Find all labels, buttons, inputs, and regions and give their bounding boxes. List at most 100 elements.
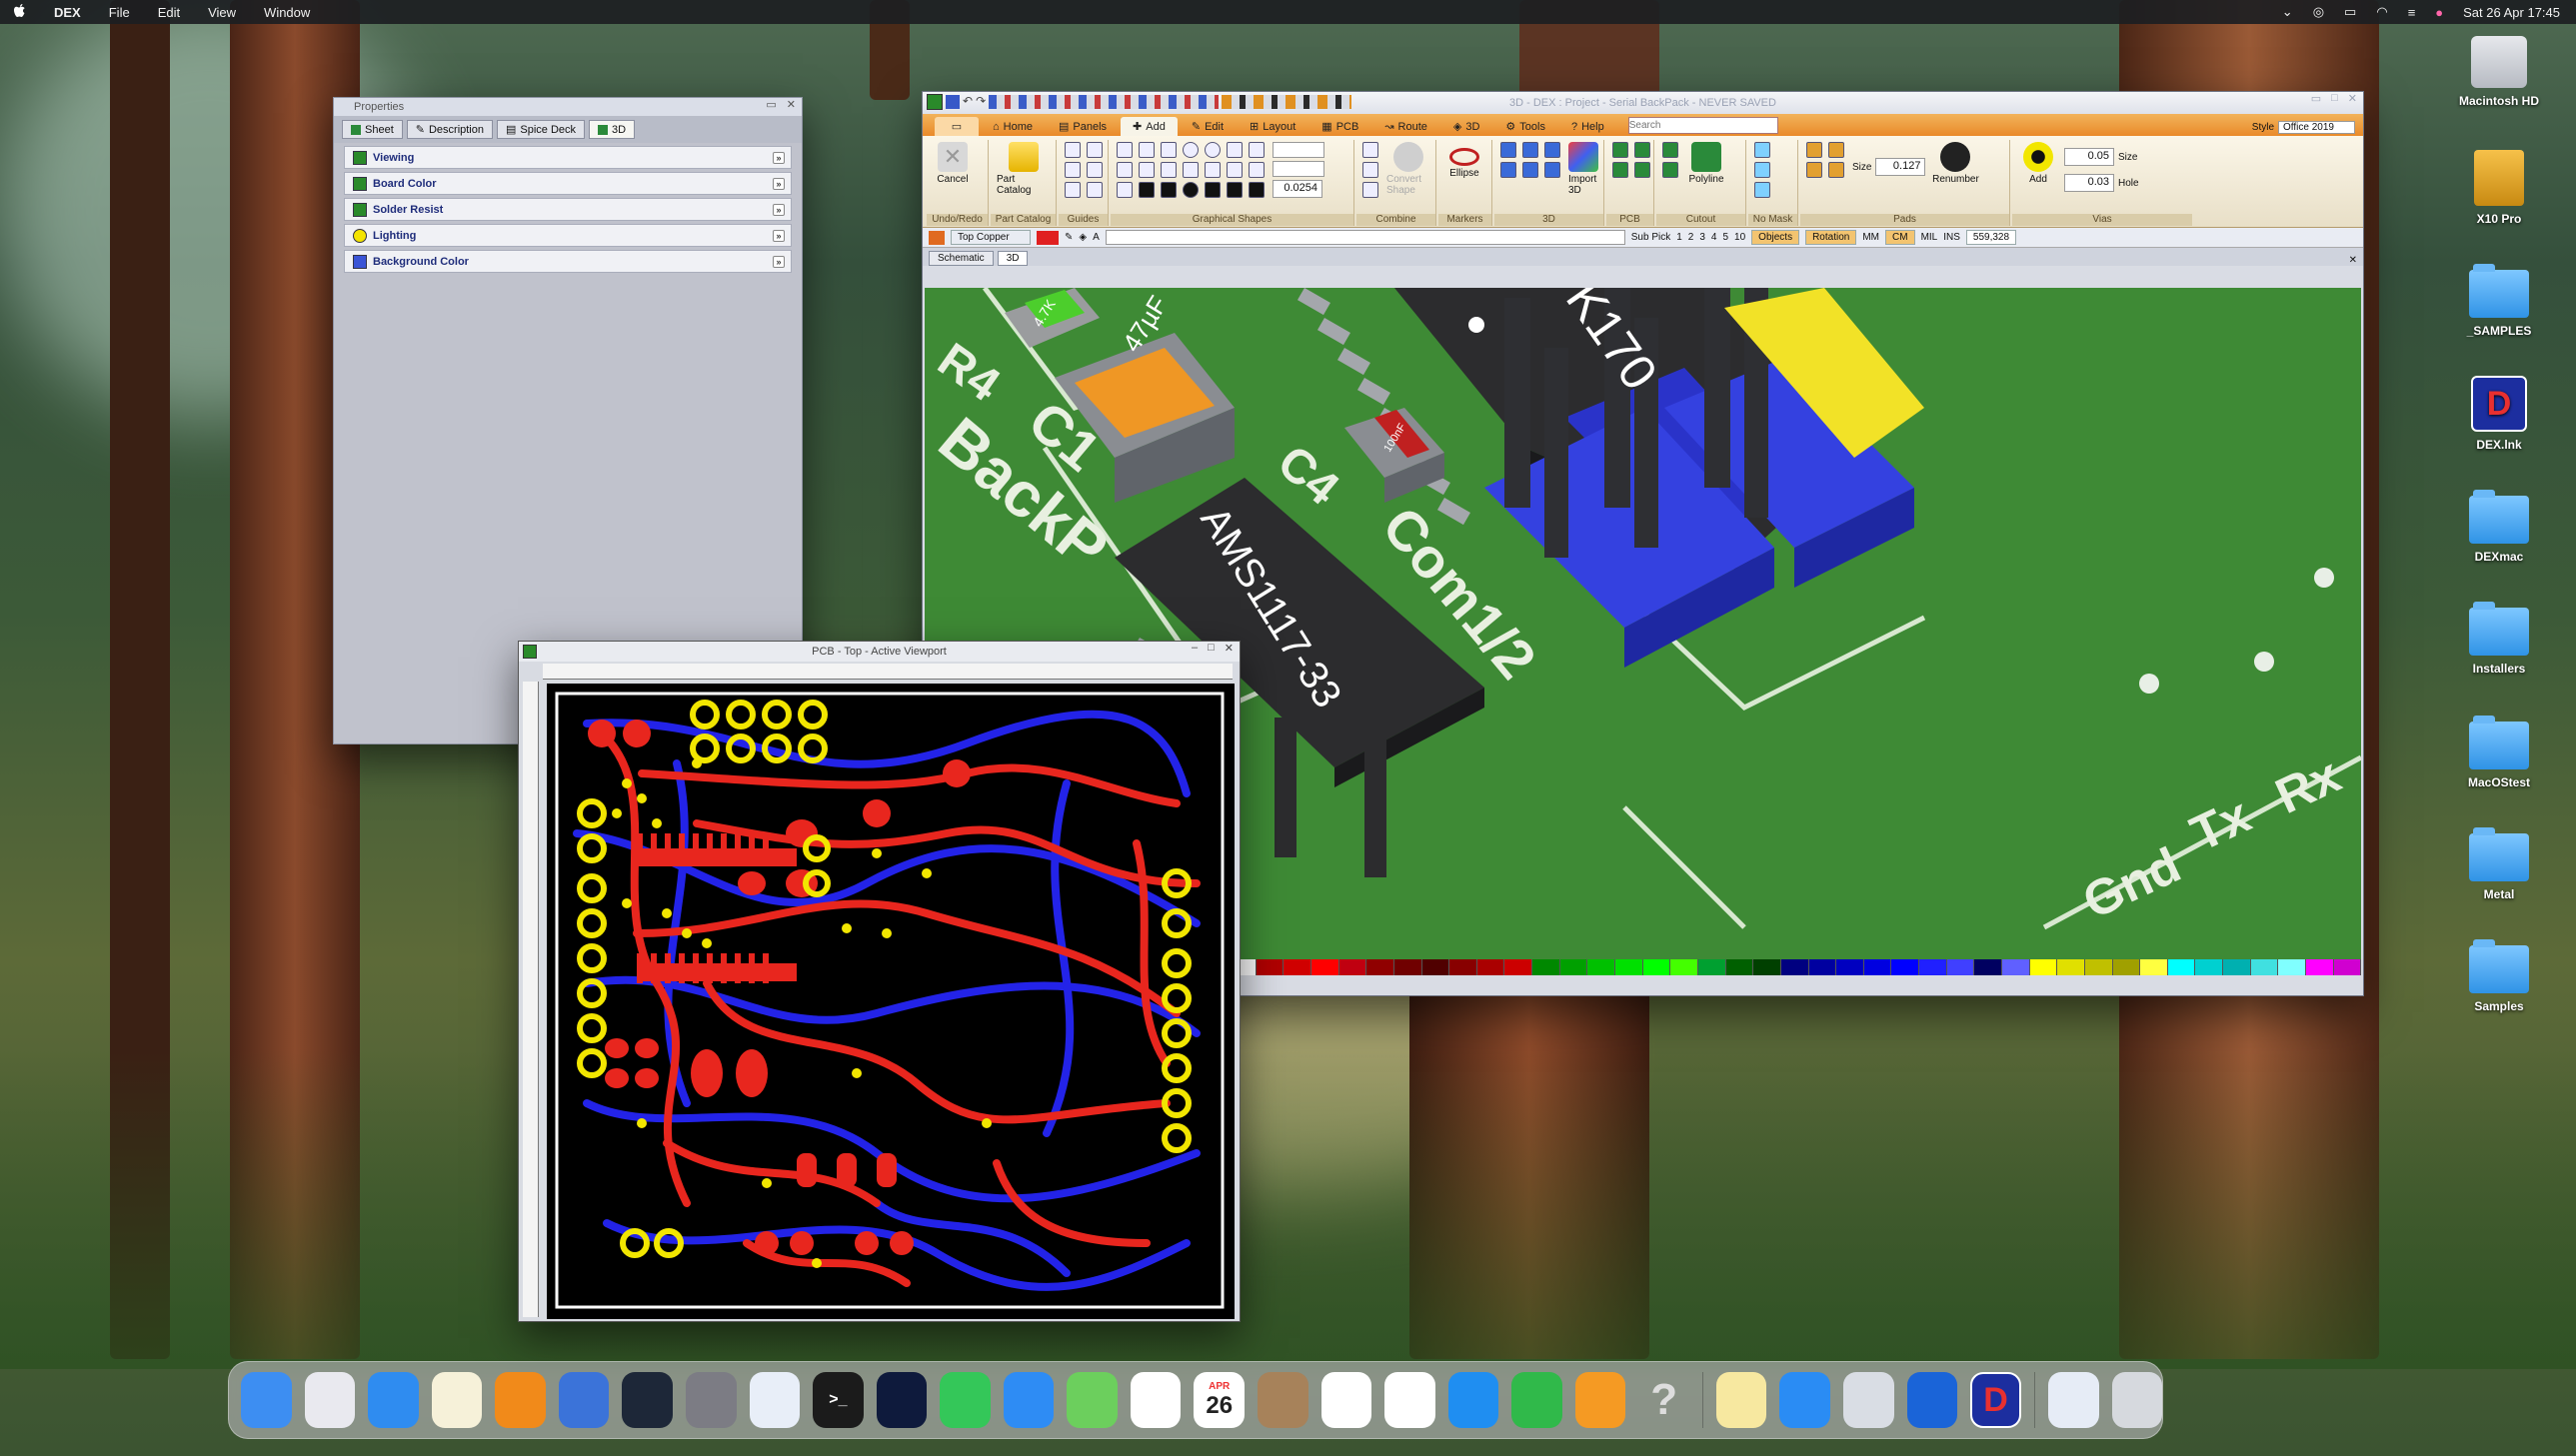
convert-shape-button[interactable]: Convert Shape	[1386, 142, 1429, 196]
main-titlebar[interactable]: ↶ ↷ 3D - DEX : Project - Serial BackPack…	[923, 92, 2363, 114]
square-icon[interactable]	[1161, 142, 1177, 158]
control-center-icon[interactable]: ≡	[2408, 5, 2416, 20]
style-dropdown[interactable]: Office 2019	[2278, 121, 2355, 134]
notes-icon[interactable]	[431, 1372, 483, 1428]
expand-icon[interactable]: »	[773, 151, 785, 164]
minimize-button[interactable]: ▭	[2311, 92, 2321, 105]
palette-swatch[interactable]	[1256, 959, 1285, 975]
tab-3d[interactable]: ◈ 3D	[1441, 117, 1492, 136]
circle-outline-icon[interactable]	[1205, 142, 1221, 158]
tab-app-menu[interactable]: ▭	[935, 117, 979, 136]
line-width-dropdown[interactable]	[1273, 161, 1324, 177]
help-icon[interactable]: ?	[1638, 1372, 1689, 1428]
palette-swatch[interactable]	[1919, 959, 1947, 975]
filled-shape-icon[interactable]	[1249, 182, 1265, 198]
insert-mode[interactable]: INS	[1943, 232, 1960, 243]
screen-mirroring-icon[interactable]: ▭	[2344, 4, 2356, 20]
import-3d-button[interactable]: Import 3D	[1568, 142, 1598, 196]
palette-swatch[interactable]	[1974, 959, 2002, 975]
layer-4[interactable]: 4	[1711, 232, 1717, 243]
desktop-item-macintosh-hd[interactable]: Macintosh HD	[2444, 36, 2554, 108]
palette-swatch[interactable]	[2223, 959, 2251, 975]
pad-size-field[interactable]: 0.127	[1875, 158, 1926, 176]
qat-redo-icon[interactable]: ↷	[976, 94, 986, 110]
palette-swatch[interactable]	[2084, 959, 2113, 975]
desktop-item-metal[interactable]: Metal	[2444, 827, 2554, 901]
arc-icon[interactable]	[1227, 162, 1243, 178]
pad-b-icon[interactable]	[1828, 142, 1844, 158]
diamond-icon[interactable]	[1205, 162, 1221, 178]
palette-swatch[interactable]	[1421, 959, 1450, 975]
maximize-button[interactable]: □	[2331, 92, 2338, 105]
palette-swatch[interactable]	[1559, 959, 1588, 975]
terminal-icon[interactable]: >_	[813, 1372, 864, 1428]
combine-b-icon[interactable]	[1362, 162, 1378, 178]
pcb-canvas[interactable]	[547, 684, 1235, 1319]
filled-circle-icon[interactable]	[1183, 182, 1199, 198]
photos-icon[interactable]	[1130, 1372, 1182, 1428]
cutout-b-icon[interactable]	[1662, 162, 1678, 178]
prop-row-board-color[interactable]: Board Color »	[344, 172, 792, 195]
mail-icon[interactable]	[1003, 1372, 1055, 1428]
cutout-a-icon[interactable]	[1662, 142, 1678, 158]
qat-undo-icon[interactable]: ↶	[963, 94, 973, 110]
palette-swatch[interactable]	[1780, 959, 1809, 975]
menu-edit[interactable]: Edit	[144, 5, 194, 20]
siri-icon[interactable]: ●	[2435, 5, 2443, 20]
no-mask-a-icon[interactable]	[1754, 142, 1770, 158]
palette-swatch[interactable]	[1836, 959, 1864, 975]
tab-sheet[interactable]: Sheet	[342, 120, 403, 139]
layer-1[interactable]: 1	[1676, 232, 1682, 243]
palette-swatch[interactable]	[1310, 959, 1339, 975]
tab-layout[interactable]: ⊞ Layout	[1238, 117, 1307, 136]
palette-swatch[interactable]	[1670, 959, 1698, 975]
rotation-toggle[interactable]: Rotation	[1805, 230, 1857, 245]
palette-swatch[interactable]	[1284, 959, 1311, 975]
palette-swatch[interactable]	[1753, 959, 1781, 975]
sub-pick-toggle[interactable]: Sub Pick	[1631, 232, 1670, 243]
image-icon[interactable]	[1249, 162, 1265, 178]
palette-swatch[interactable]	[1338, 959, 1367, 975]
tab-3d[interactable]: 3D	[589, 120, 636, 139]
minimize-button[interactable]: –	[1192, 642, 1198, 655]
desktop-item-macostest[interactable]: MacOStest	[2444, 716, 2554, 789]
line-icon[interactable]	[1117, 142, 1133, 158]
combine-c-icon[interactable]	[1362, 182, 1378, 198]
expand-icon[interactable]: »	[773, 203, 785, 216]
3d-b-icon[interactable]	[1522, 142, 1538, 158]
palette-swatch[interactable]	[1504, 959, 1533, 975]
palette-swatch[interactable]	[2195, 959, 2224, 975]
palette-swatch[interactable]	[1642, 959, 1671, 975]
tab-tools[interactable]: ⚙ Tools	[1493, 117, 1557, 136]
pad-d-icon[interactable]	[1828, 162, 1844, 178]
palette-swatch[interactable]	[1615, 959, 1643, 975]
menu-file[interactable]: File	[95, 5, 144, 20]
3d-e-icon[interactable]	[1522, 162, 1538, 178]
text-tool-icon[interactable]: A	[1093, 232, 1100, 243]
palette-swatch[interactable]	[2167, 959, 2196, 975]
pad-c-icon[interactable]	[1806, 162, 1822, 178]
pen-icon[interactable]: ✎	[1065, 232, 1073, 243]
expand-icon[interactable]: »	[773, 229, 785, 242]
desktop-item-samples[interactable]: Samples	[2444, 939, 2554, 1013]
minimize-button[interactable]: ▭	[766, 98, 776, 111]
desktop-item-x10-pro[interactable]: X10 Pro	[2444, 150, 2554, 226]
palette-swatch[interactable]	[1725, 959, 1754, 975]
tab-help[interactable]: ? Help	[1559, 118, 1616, 136]
cancel-button[interactable]: ✕ Cancel	[933, 142, 973, 185]
instruments-icon[interactable]	[622, 1372, 673, 1428]
tab-route[interactable]: ↝ Route	[1372, 117, 1439, 136]
prop-row-viewing[interactable]: Viewing »	[344, 146, 792, 169]
3d-c-icon[interactable]	[1544, 142, 1560, 158]
rect2-icon[interactable]	[1161, 162, 1177, 178]
chevron-down-icon[interactable]: ⌄	[2282, 4, 2293, 20]
palette-swatch[interactable]	[1697, 959, 1726, 975]
tab-schematic[interactable]: Schematic	[929, 251, 994, 266]
focus-icon[interactable]: ◎	[2313, 4, 2324, 20]
unit-cm[interactable]: CM	[1885, 230, 1915, 245]
desktop-item-samples-underscore[interactable]: _SAMPLES	[2444, 264, 2554, 338]
via-hole-field[interactable]: 0.03	[2064, 174, 2114, 192]
qat-extra-icon[interactable]	[1222, 95, 1352, 109]
pad-a-icon[interactable]	[1806, 142, 1822, 158]
close-tab-icon[interactable]: ✕	[2349, 255, 2357, 266]
